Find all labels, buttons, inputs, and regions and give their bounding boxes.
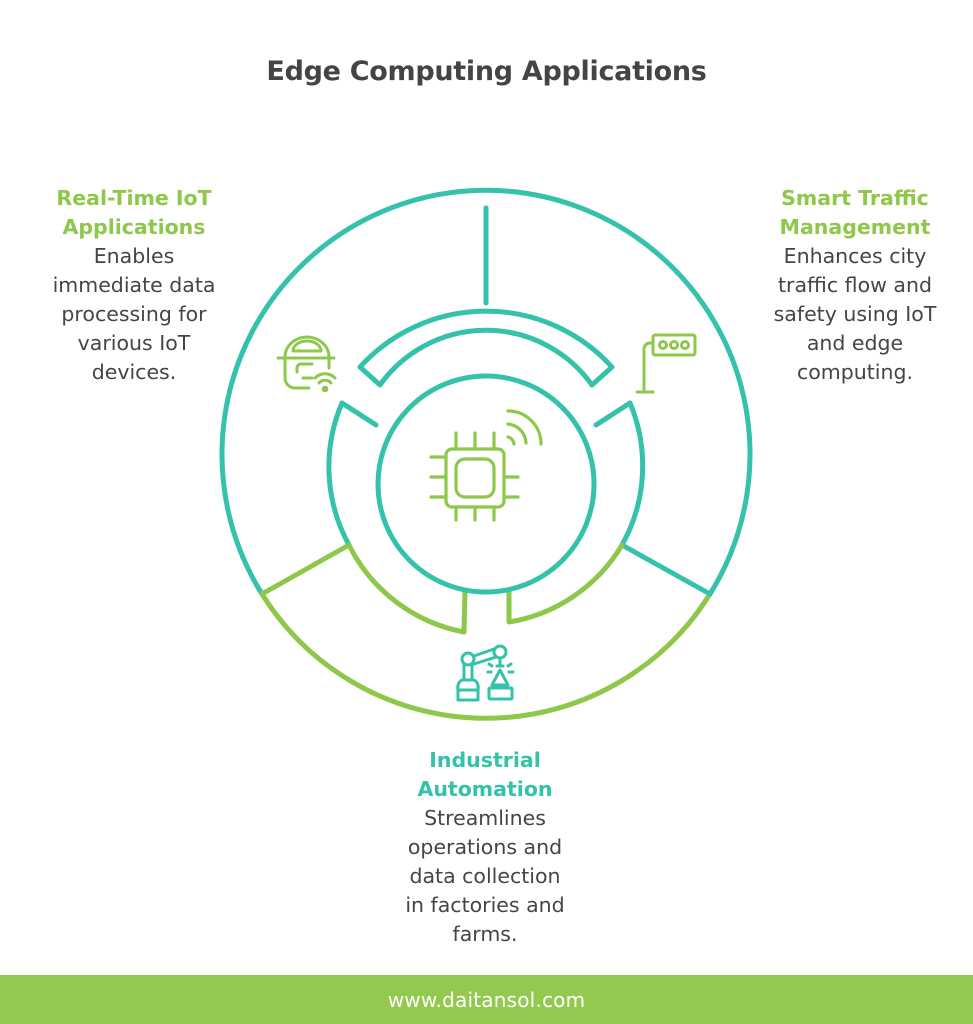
middle-segment-right-connector	[593, 400, 633, 428]
description-line: various IoT	[77, 331, 191, 355]
description-line: Streamlines	[424, 806, 546, 830]
description-line: operations and	[407, 835, 563, 859]
heading-line: Smart Traffic	[781, 186, 929, 210]
segment-description: Enhances city traffic flow and safety us…	[735, 242, 973, 387]
segment-smart-traffic: Smart Traffic Management Enhances city t…	[735, 184, 973, 387]
segment-heading: Real-Time IoT Applications	[14, 184, 254, 242]
description-line: computing.	[796, 360, 914, 384]
segment-industrial-automation: Industrial Automation Streamlines operat…	[370, 746, 600, 949]
outer-ring-lower-arc	[259, 591, 713, 721]
heading-line: Automation	[417, 777, 553, 801]
description-line: Enables	[93, 244, 175, 268]
microchip-wireless-icon	[429, 409, 543, 522]
description-line: safety using IoT	[773, 302, 937, 326]
description-line: traffic flow and	[778, 273, 932, 297]
description-line: devices.	[91, 360, 177, 384]
robotic-arm-icon	[456, 644, 515, 702]
description-line: data collection	[409, 864, 561, 888]
traffic-light-icon	[635, 333, 697, 394]
description-line: processing for	[61, 302, 207, 326]
smart-device-wifi-icon	[276, 335, 337, 393]
description-line: farms.	[452, 922, 518, 946]
segment-real-time-iot: Real-Time IoT Applications Enables immed…	[14, 184, 254, 387]
description-line: and edge	[806, 331, 904, 355]
inner-circle	[375, 373, 597, 595]
divider-lower-right	[619, 542, 713, 597]
segment-heading: Smart Traffic Management	[735, 184, 973, 242]
heading-line: Real-Time IoT	[56, 186, 212, 210]
description-line: Enhances city	[783, 244, 927, 268]
heading-line: Management	[779, 215, 931, 239]
heading-line: Industrial	[429, 748, 541, 772]
footer-url-link[interactable]: www.daitansol.com	[388, 988, 586, 1012]
middle-segment-right-teal	[619, 400, 646, 548]
segment-description: Streamlines operations and data collecti…	[370, 804, 600, 949]
heading-line: Applications	[62, 215, 206, 239]
segment-heading: Industrial Automation	[370, 746, 600, 804]
segment-description: Enables immediate data processing for va…	[14, 242, 254, 387]
description-line: immediate data	[52, 273, 216, 297]
middle-segment-left-connector	[339, 400, 379, 428]
middle-segment-left-teal	[326, 400, 352, 548]
description-line: in factories and	[405, 893, 565, 917]
footer-bar: www.daitansol.com	[0, 975, 973, 1024]
divider-lower-left	[259, 542, 352, 597]
